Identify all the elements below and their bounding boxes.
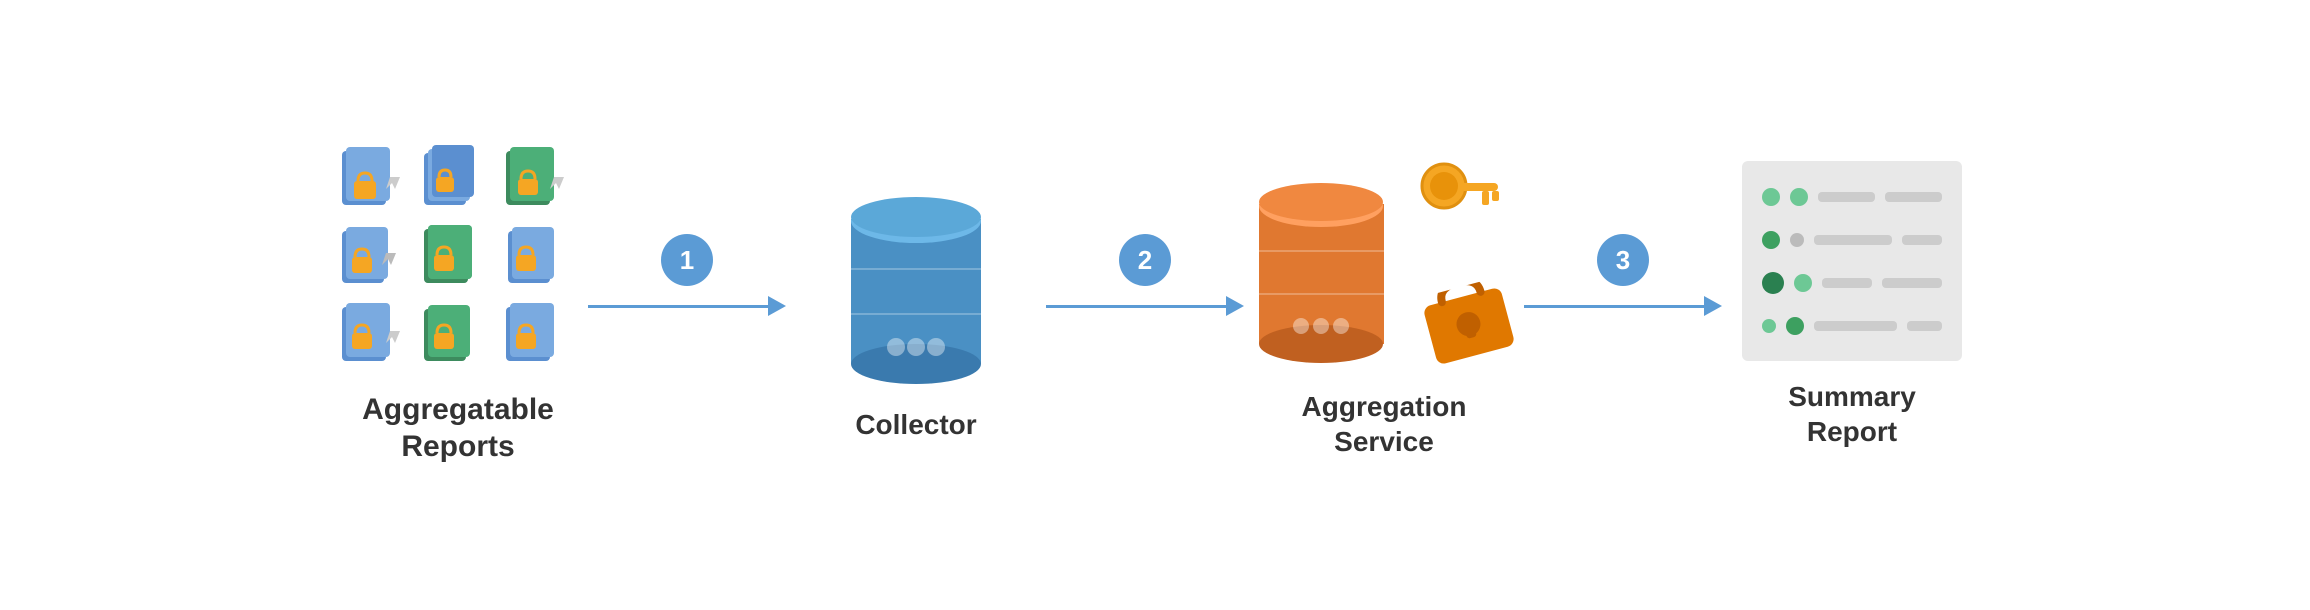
summary-bar-2a <box>1814 235 1892 245</box>
summary-report-visual <box>1742 161 1962 361</box>
summary-dot-4b <box>1786 317 1804 335</box>
arrow-line-2 <box>1046 296 1244 316</box>
summary-row-2 <box>1762 227 1942 253</box>
arrow-shaft-2 <box>1046 305 1226 308</box>
summary-dot-1b <box>1790 188 1808 206</box>
report-icon-4 <box>338 223 410 295</box>
summary-dot-1a <box>1762 188 1780 206</box>
reports-grid <box>338 145 578 373</box>
summary-bar-4b <box>1907 321 1942 331</box>
report-icon-1 <box>338 145 410 217</box>
report-icon-7 <box>338 301 410 373</box>
arrow-line-3 <box>1524 296 1722 316</box>
summary-bar-1a <box>1818 192 1875 202</box>
arrow-1: 1 <box>588 234 786 316</box>
collector-db-icon <box>841 169 991 389</box>
aggregatable-reports-node: Aggregatable Reports <box>338 145 578 466</box>
report-icon-2 <box>420 145 492 217</box>
arrow-number-1: 1 <box>661 234 713 286</box>
report-icon-9 <box>502 301 574 373</box>
summary-report-node: Summary Report <box>1732 161 1972 449</box>
summary-bar-4a <box>1814 321 1897 331</box>
arrow-shaft-3 <box>1524 305 1704 308</box>
arrow-line-1 <box>588 296 786 316</box>
aggregation-service-visual <box>1254 151 1514 371</box>
aggregation-db-icon <box>1254 156 1394 366</box>
summary-report-label: Summary Report <box>1788 379 1916 449</box>
summary-row-1 <box>1762 184 1942 210</box>
summary-bar-1b <box>1885 192 1942 202</box>
report-icon-5 <box>420 223 492 295</box>
aggregation-service-node: Aggregation Service <box>1254 151 1514 459</box>
summary-bar-2b <box>1902 235 1942 245</box>
arrow-head-3 <box>1704 296 1722 316</box>
diagram-container: Aggregatable Reports 1 Collector <box>0 0 2310 610</box>
arrow-head-1 <box>768 296 786 316</box>
report-icon-6 <box>502 223 574 295</box>
arrow-2: 2 <box>1046 234 1244 316</box>
summary-bar-3b <box>1882 278 1942 288</box>
summary-bar-3a <box>1822 278 1872 288</box>
key-icon <box>1414 151 1504 241</box>
lock-box-icon <box>1415 276 1523 377</box>
summary-dot-3a <box>1762 272 1784 294</box>
arrow-number-3: 3 <box>1597 234 1649 286</box>
collector-node: Collector <box>796 169 1036 442</box>
arrow-number-2: 2 <box>1119 234 1171 286</box>
arrow-3: 3 <box>1524 234 1722 316</box>
report-icon-3 <box>502 145 574 217</box>
aggregatable-reports-label: Aggregatable Reports <box>362 391 554 466</box>
arrow-head-2 <box>1226 296 1244 316</box>
arrow-shaft-1 <box>588 305 768 308</box>
summary-row-3 <box>1762 270 1942 296</box>
summary-row-4 <box>1762 313 1942 339</box>
report-icon-8 <box>420 301 492 373</box>
summary-dot-2b <box>1790 233 1804 247</box>
collector-label: Collector <box>855 407 976 442</box>
summary-dot-2a <box>1762 231 1780 249</box>
aggregation-service-label: Aggregation Service <box>1302 389 1467 459</box>
summary-dot-4a <box>1762 319 1776 333</box>
summary-dot-3b <box>1794 274 1812 292</box>
